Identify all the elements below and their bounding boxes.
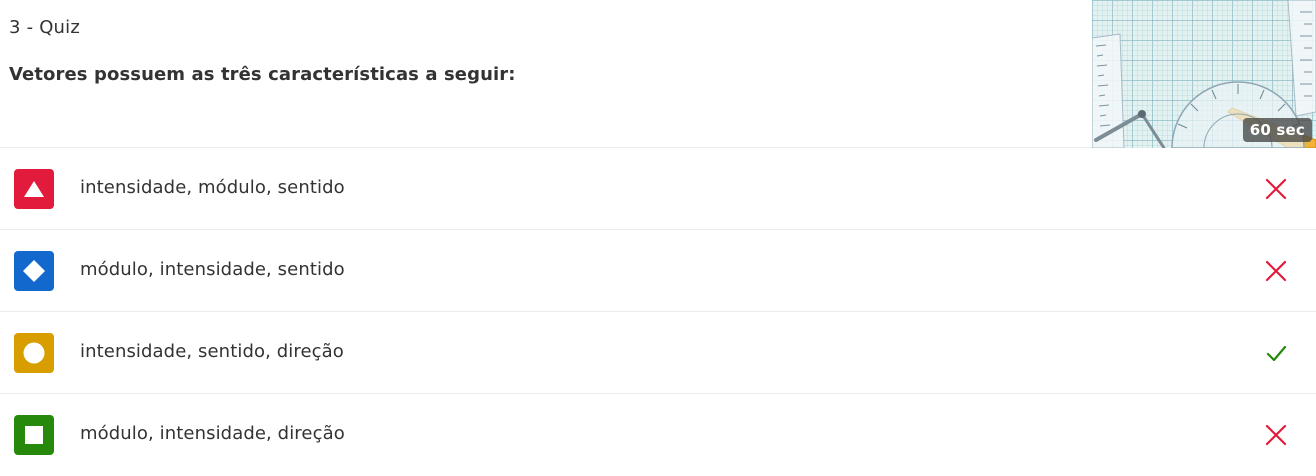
answer-shape-box <box>14 333 54 373</box>
answer-label: intensidade, módulo, sentido <box>80 177 345 198</box>
x-icon <box>1265 178 1287 200</box>
question-title: Vetores possuem as três características … <box>9 64 516 85</box>
answer-option[interactable]: intensidade, módulo, sentido <box>0 148 1316 230</box>
square-icon <box>25 426 43 444</box>
answer-list: intensidade, módulo, sentido módulo, int… <box>0 148 1316 476</box>
x-icon <box>1265 424 1287 446</box>
x-icon <box>1265 260 1287 282</box>
question-image: 60 sec <box>1092 0 1316 148</box>
answer-shape-box <box>14 169 54 209</box>
answer-label: módulo, intensidade, direção <box>80 423 345 444</box>
timer-badge: 60 sec <box>1242 118 1312 142</box>
answer-shape-box <box>14 251 54 291</box>
check-icon <box>1266 345 1287 362</box>
answer-label: módulo, intensidade, sentido <box>80 259 345 280</box>
answer-label: intensidade, sentido, direção <box>80 341 344 362</box>
question-header: 3 - Quiz Vetores possuem as três caracte… <box>0 0 1316 148</box>
answer-option[interactable]: módulo, intensidade, sentido <box>0 230 1316 312</box>
triangle-icon <box>24 181 44 197</box>
answer-option[interactable]: módulo, intensidade, direção <box>0 394 1316 476</box>
answer-option[interactable]: intensidade, sentido, direção <box>0 312 1316 394</box>
circle-icon <box>23 342 45 364</box>
question-number: 3 - Quiz <box>9 17 81 38</box>
diamond-icon <box>23 260 45 282</box>
answer-shape-box <box>14 415 54 455</box>
